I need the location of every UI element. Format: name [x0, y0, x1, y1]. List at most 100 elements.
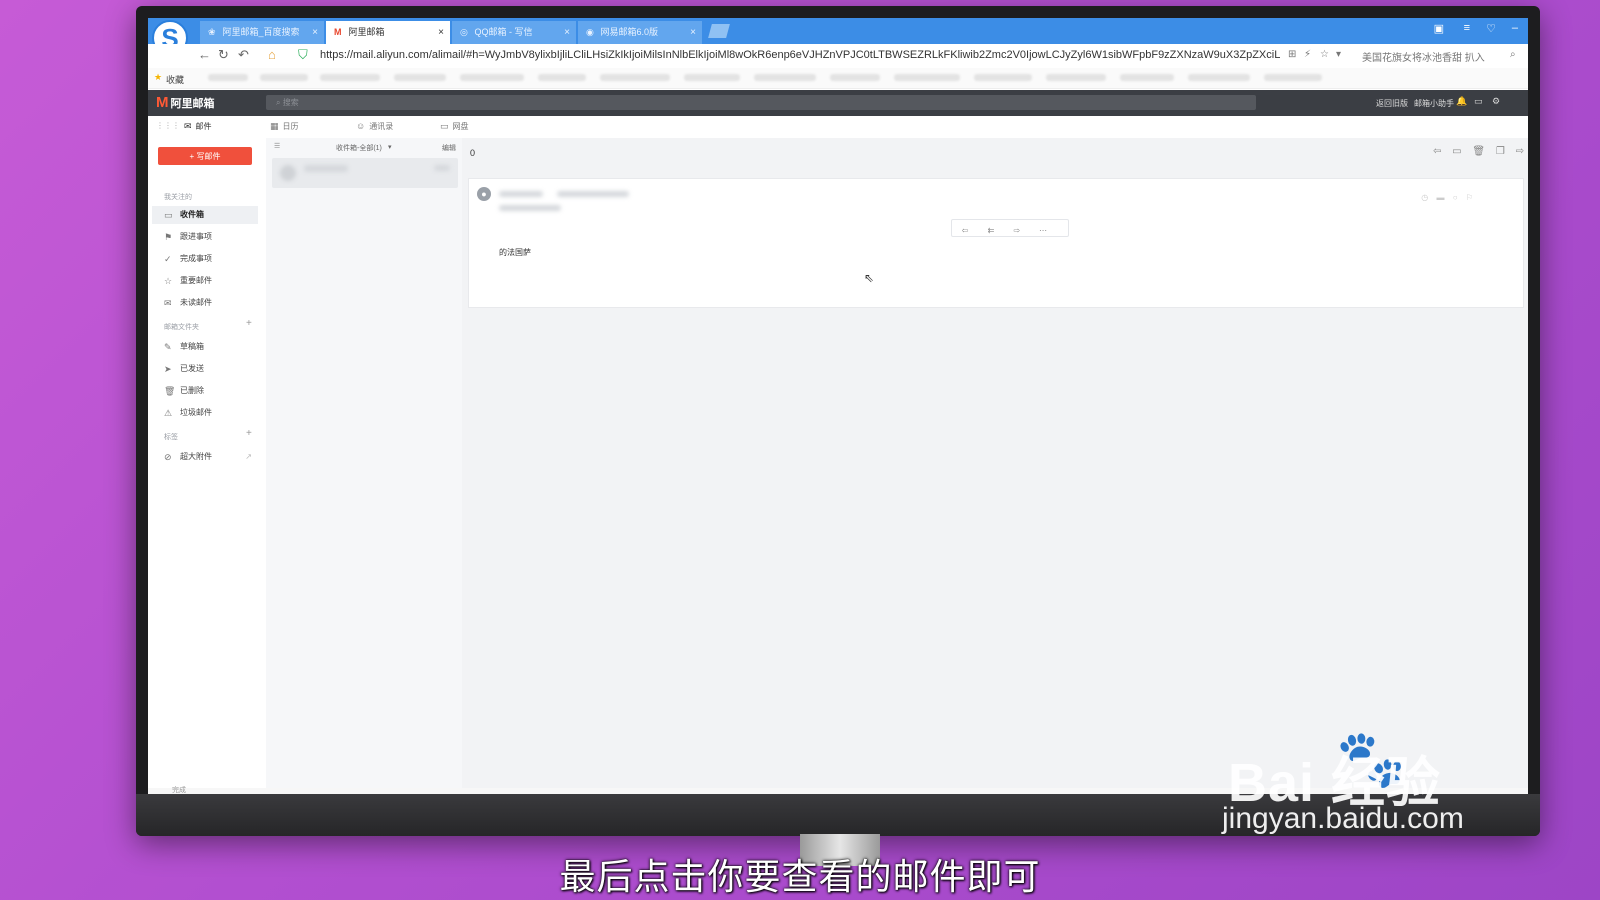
mail-body: 的法国萨: [499, 248, 531, 257]
tab-netdisk-label: 网盘: [452, 122, 469, 131]
flag-icon[interactable]: ⚐: [1466, 193, 1473, 202]
new-tab-button[interactable]: [708, 24, 730, 38]
add-folder-icon[interactable]: +: [246, 318, 252, 329]
list-item[interactable]: [272, 158, 458, 188]
reply-icon[interactable]: ⇦: [952, 223, 978, 239]
tab-contacts[interactable]: ☺ 通讯录: [356, 121, 393, 132]
sidebar-item-spam[interactable]: ⚠ 垃圾邮件: [152, 404, 258, 422]
menu-icon[interactable]: ≡: [1464, 22, 1470, 34]
sidebar-item-label: 已删除: [180, 386, 204, 395]
tab-favicon-icon: M: [334, 27, 342, 37]
monitor-frame: ❀ 阿里邮箱_百度搜索 × M 阿里邮箱 × ◎ QQ邮箱 - 写信 × ◉ 网…: [136, 6, 1540, 836]
search-input[interactable]: ⌕ 搜索: [266, 95, 1256, 110]
print-icon[interactable]: ▬: [1437, 193, 1445, 202]
undo-icon[interactable]: ↶: [238, 47, 249, 63]
forward-icon[interactable]: ⇨: [1004, 223, 1030, 239]
inbox-icon: ▭: [164, 210, 173, 220]
sidebar-item-done[interactable]: ✓ 完成事项: [152, 250, 258, 268]
mail-assistant-link[interactable]: 邮箱小助手: [1414, 98, 1454, 109]
info-icon[interactable]: ○: [1453, 193, 1458, 202]
check-icon: ✓: [164, 254, 172, 264]
tab-favicon-icon: ◉: [586, 27, 594, 37]
mail-actions: ⇦ ⇇ ⇨ ⋯: [951, 219, 1069, 237]
avatar: ●: [477, 187, 491, 201]
list-toolbar: ☰ 收件箱-全部(1) ▾ 编辑: [266, 138, 462, 156]
sidebar-item-label: 跟进事项: [180, 232, 212, 241]
tab-qq-mail[interactable]: ◎ QQ邮箱 - 写信 ×: [452, 21, 576, 44]
tab-aliyun-mail[interactable]: M 阿里邮箱 ×: [326, 21, 450, 44]
close-icon[interactable]: ×: [438, 21, 444, 44]
sidebar-item-label: 垃圾邮件: [180, 408, 212, 417]
mail-logo-icon: M: [156, 94, 169, 111]
settings-icon[interactable]: ⚙: [1492, 96, 1500, 107]
tab-calendar-label: 日历: [282, 122, 299, 131]
bell-icon[interactable]: 🔔: [1456, 96, 1467, 107]
filter-dropdown[interactable]: 收件箱-全部(1): [336, 143, 382, 153]
tab-mail[interactable]: ✉ 邮件: [184, 121, 212, 132]
close-icon[interactable]: ×: [564, 21, 570, 44]
more-icon[interactable]: ⋯: [1030, 223, 1056, 239]
section-followed: 我关注的: [164, 194, 192, 201]
app-header: M 阿里邮箱 ⌕ 搜索 返回旧版 邮箱小助手 🔔 ▭ ⚙: [148, 90, 1528, 116]
close-icon[interactable]: ×: [690, 21, 696, 44]
news-text[interactable]: 美国花旗女将冰池香甜 扒入: [1362, 49, 1485, 64]
close-icon[interactable]: ×: [312, 21, 318, 44]
tab-mail-label: 邮件: [195, 122, 212, 131]
mail-card: ● ◷ ▬ ○ ⚐ ⇦ ⇇ ⇨ ⋯ 的法国萨 ⇖: [468, 178, 1524, 308]
tab-netdisk[interactable]: ▭ 网盘: [440, 121, 469, 132]
sidebar-item-sent[interactable]: ➤ 已发送: [152, 360, 258, 378]
address-bar: ← ↻ ↶ ⌂ ⛉ https://mail.aliyun.com/alimai…: [148, 44, 1528, 69]
external-link-icon[interactable]: ↗: [245, 448, 252, 466]
star-icon[interactable]: ☆: [1320, 49, 1329, 60]
delete-icon[interactable]: 🗑: [1472, 146, 1485, 157]
netdisk-icon: ▭: [440, 121, 449, 131]
add-tag-icon[interactable]: +: [246, 428, 252, 439]
qr-icon[interactable]: ⊞: [1288, 49, 1296, 60]
watermark-url: jingyan.baidu.com: [1222, 802, 1464, 835]
clock-icon[interactable]: ◷: [1421, 193, 1428, 202]
url-input[interactable]: https://mail.aliyun.com/alimail/#h=WyJmb…: [320, 49, 1280, 61]
bookmarks-label[interactable]: 收藏: [166, 73, 184, 86]
back-old-version-link[interactable]: 返回旧版: [1376, 98, 1408, 109]
sidebar-item-important[interactable]: ☆ 重要邮件: [152, 272, 258, 290]
edit-link[interactable]: 编辑: [442, 143, 456, 153]
sidebar-item-label: 超大附件: [180, 452, 212, 461]
skin-icon[interactable]: ♡: [1486, 22, 1496, 35]
window-menu-icon[interactable]: ▣: [1434, 22, 1444, 35]
sidebar-item-drafts[interactable]: ✎ 草稿箱: [152, 338, 258, 356]
back-icon[interactable]: ←: [198, 47, 211, 62]
forward-icon[interactable]: ⇨: [1516, 146, 1524, 157]
sidebar-item-large-attachments[interactable]: ⊘ 超大附件 ↗: [152, 448, 258, 466]
sidebar: + 写邮件 我关注的 ▭ 收件箱 ⚑ 跟进事项 ✓ 完成事项 ☆ 重要邮件 ✉ 未读邮件 …: [148, 138, 267, 788]
chevron-down-icon[interactable]: ▾: [1336, 49, 1341, 60]
screen-icon[interactable]: ▭: [1474, 96, 1483, 107]
minimize-icon[interactable]: –: [1512, 22, 1518, 34]
refresh-icon[interactable]: ↻: [218, 47, 229, 63]
app-logo-text: 阿里邮箱: [170, 98, 215, 110]
list-menu-icon[interactable]: ☰: [274, 142, 280, 150]
tab-163-mail[interactable]: ◉ 网易邮箱6.0版 ×: [578, 21, 702, 44]
sidebar-item-deleted[interactable]: 🗑 已删除: [152, 382, 258, 400]
reply-all-icon[interactable]: ⇇: [978, 223, 1004, 239]
sidebar-item-followup[interactable]: ⚑ 跟进事项: [152, 228, 258, 246]
tab-label: 网易邮箱6.0版: [600, 27, 659, 37]
sidebar-item-label: 收件箱: [180, 210, 204, 219]
module-tabs: ⋮⋮⋮ ✉ 邮件 ▦ 日历 ☺ 通讯录 ▭ 网盘: [148, 116, 1528, 139]
tab-calendar[interactable]: ▦ 日历: [270, 121, 299, 132]
new-window-icon[interactable]: ❐: [1496, 146, 1505, 157]
apps-grid-icon[interactable]: ⋮⋮⋮: [156, 121, 180, 130]
move-folder-icon[interactable]: ▭: [1452, 146, 1461, 157]
tab-favicon-icon: ◎: [460, 27, 468, 37]
lightning-icon[interactable]: ⚡: [1304, 49, 1311, 60]
compose-button[interactable]: + 写邮件: [158, 147, 252, 165]
status-text: 完成: [172, 787, 186, 794]
sidebar-item-inbox[interactable]: ▭ 收件箱: [152, 206, 258, 224]
app-logo[interactable]: M 阿里邮箱: [156, 94, 215, 111]
sidebar-item-unread[interactable]: ✉ 未读邮件: [152, 294, 258, 312]
tab-baidu-search[interactable]: ❀ 阿里邮箱_百度搜索 ×: [200, 21, 324, 44]
search-icon[interactable]: ⌕: [1510, 49, 1516, 60]
browser-tab-bar: ❀ 阿里邮箱_百度搜索 × M 阿里邮箱 × ◎ QQ邮箱 - 写信 × ◉ 网…: [148, 18, 1528, 44]
flag-icon: ⚑: [164, 232, 173, 242]
home-icon[interactable]: ⌂: [268, 47, 276, 62]
reply-icon[interactable]: ⇦: [1433, 146, 1441, 157]
